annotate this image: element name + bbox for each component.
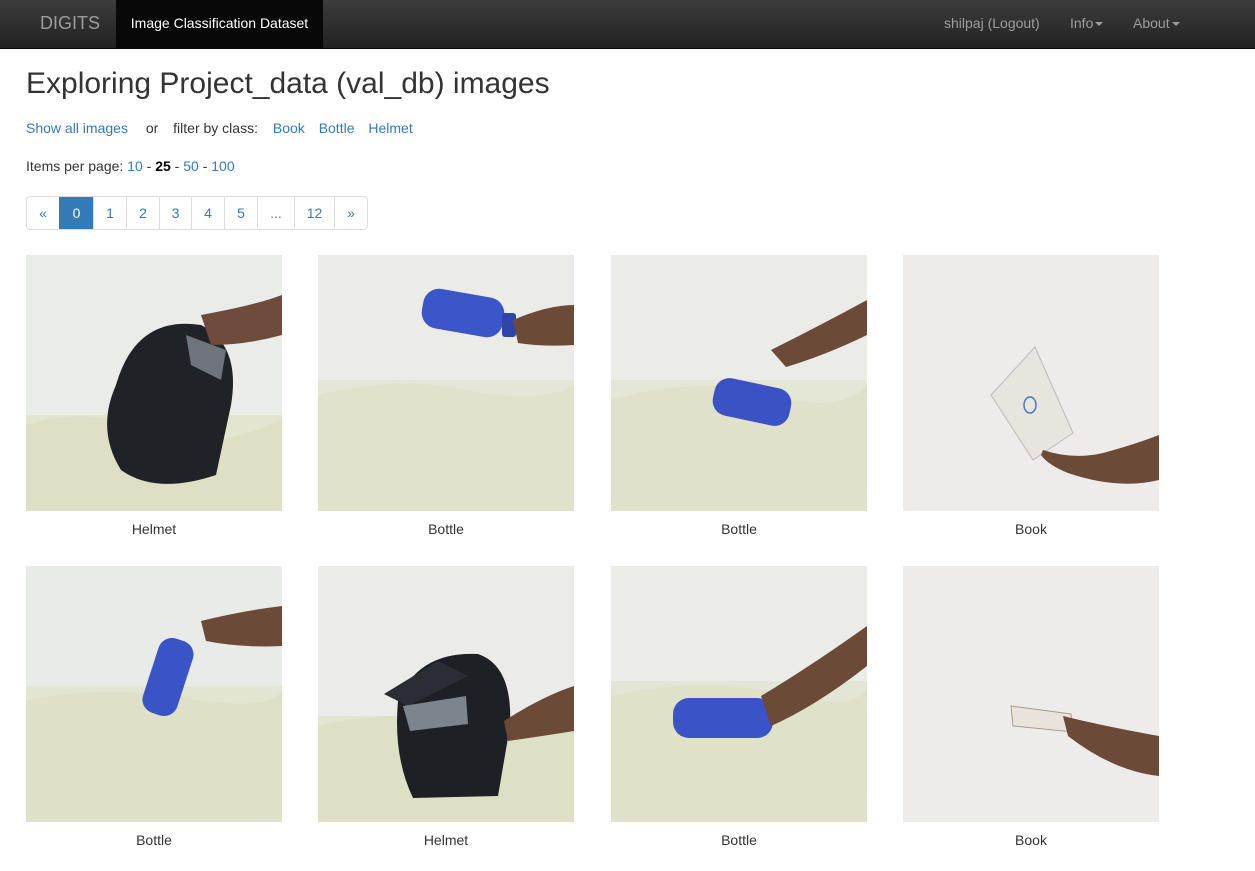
image-label: Bottle	[721, 521, 757, 537]
info-dropdown[interactable]: Info	[1070, 0, 1104, 48]
bottle-image[interactable]	[26, 566, 282, 822]
caret-down-icon	[1095, 22, 1104, 27]
caret-down-icon	[1171, 22, 1180, 27]
or-text: or	[145, 120, 159, 136]
page-3[interactable]: 3	[159, 197, 191, 229]
image-tile: Book	[903, 255, 1159, 538]
page-prev[interactable]: «	[27, 197, 59, 229]
ipp-option-100[interactable]: 100	[211, 158, 234, 174]
ipp-option-25-selected: 25	[155, 158, 171, 174]
image-tile: Bottle	[611, 566, 867, 849]
ipp-option-50[interactable]: 50	[183, 158, 199, 174]
page-1[interactable]: 1	[93, 197, 126, 229]
ipp-separator: -	[174, 158, 180, 174]
brand-link[interactable]: DIGITS	[24, 0, 116, 48]
items-per-page: Items per page: 10 - 25 - 50 - 100	[26, 157, 235, 175]
bottle-image[interactable]	[318, 255, 574, 511]
image-tile: Helmet	[26, 255, 282, 538]
ipp-option-10[interactable]: 10	[127, 158, 143, 174]
filter-label: filter by class:	[173, 120, 258, 136]
filter-bottle-link[interactable]: Bottle	[319, 120, 355, 136]
image-tile: Bottle	[611, 255, 867, 538]
image-label: Book	[1015, 832, 1047, 848]
page-ellipsis: ...	[257, 197, 294, 229]
image-tile: Helmet	[318, 566, 574, 849]
nav-tab-dataset[interactable]: Image Classification Dataset	[116, 0, 323, 48]
user-logout-link[interactable]: shilpaj (Logout)	[944, 0, 1040, 48]
page-5[interactable]: 5	[224, 197, 257, 229]
image-tile: Bottle	[318, 255, 574, 538]
items-per-page-label: Items per page:	[26, 158, 124, 174]
ipp-separator: -	[146, 158, 152, 174]
about-label: About	[1133, 15, 1170, 31]
filter-helmet-link[interactable]: Helmet	[368, 120, 412, 136]
filter-book-link[interactable]: Book	[273, 120, 305, 136]
info-label: Info	[1070, 15, 1094, 31]
image-tile: Book	[903, 566, 1159, 849]
page-12[interactable]: 12	[294, 197, 334, 229]
bottle-image[interactable]	[611, 255, 867, 511]
pagination: « 0 1 2 3 4 5 ... 12 »	[26, 196, 368, 230]
navbar: DIGITS Image Classification Dataset shil…	[0, 0, 1255, 49]
book-image[interactable]	[903, 255, 1159, 511]
image-label: Bottle	[721, 832, 757, 848]
page-0[interactable]: 0	[59, 197, 93, 229]
image-label: Book	[1015, 521, 1047, 537]
page-next[interactable]: »	[334, 197, 367, 229]
show-all-images-link[interactable]: Show all images	[26, 120, 128, 136]
image-label: Bottle	[428, 521, 464, 537]
about-dropdown[interactable]: About	[1133, 0, 1180, 48]
image-tile: Bottle	[26, 566, 282, 849]
ipp-separator: -	[202, 158, 208, 174]
image-label: Helmet	[131, 521, 177, 537]
helmet-image[interactable]	[318, 566, 574, 822]
helmet-image[interactable]	[26, 255, 282, 511]
bottle-image[interactable]	[611, 566, 867, 822]
image-label: Helmet	[423, 832, 469, 848]
filter-row: Show all images or filter by class: Book…	[26, 119, 413, 137]
page-4[interactable]: 4	[191, 197, 224, 229]
image-label: Bottle	[136, 832, 172, 848]
page-2[interactable]: 2	[126, 197, 159, 229]
page-title: Exploring Project_data (val_db) images	[26, 67, 550, 100]
book-image[interactable]	[903, 566, 1159, 822]
